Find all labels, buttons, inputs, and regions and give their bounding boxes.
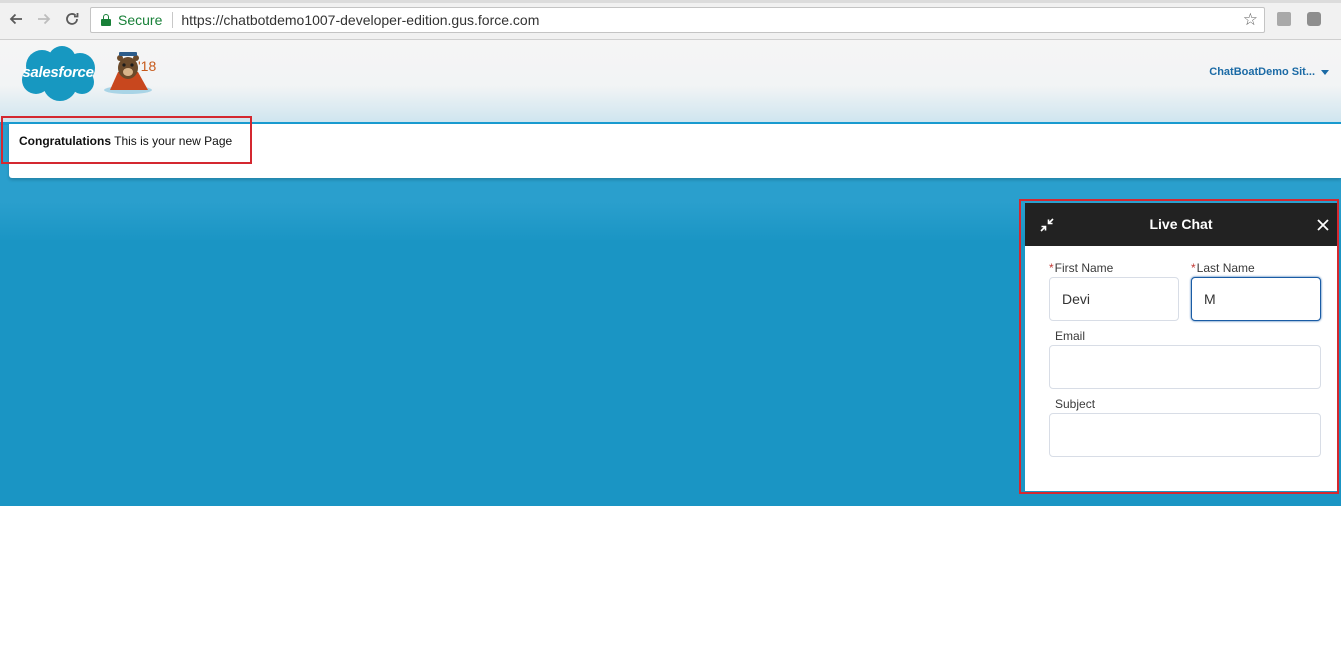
arrow-right-icon (38, 13, 51, 25)
site-menu-dropdown[interactable]: ChatBoatDemo Sit... (1209, 66, 1329, 78)
arrow-left-icon (9, 13, 22, 25)
page-message: Congratulations This is your new Page (19, 134, 232, 148)
chat-header: Live Chat (1025, 203, 1337, 246)
first-name-label: *First Name (1049, 261, 1114, 275)
required-marker: * (1049, 261, 1054, 275)
tab-strip (0, 0, 1341, 3)
last-name-field[interactable] (1191, 277, 1321, 321)
extension-cast-icon[interactable] (1277, 12, 1291, 26)
lock-icon (101, 14, 111, 26)
chat-title: Live Chat (1149, 216, 1213, 232)
last-name-label: *Last Name (1191, 261, 1255, 275)
subject-label: Subject (1055, 397, 1096, 411)
first-name-field[interactable] (1049, 277, 1179, 321)
email-field[interactable] (1049, 345, 1321, 389)
bookmark-star-icon[interactable]: ☆ (1243, 10, 1258, 30)
secure-label: Secure (118, 12, 163, 28)
email-label: Email (1055, 329, 1086, 343)
message-text: This is your new Page (111, 134, 233, 148)
back-button[interactable] (6, 9, 26, 29)
logo-text: salesforce (22, 64, 94, 81)
browser-toolbar: Secure https://chatbotdemo1007-developer… (0, 0, 1341, 40)
page-body-empty (0, 506, 1341, 659)
live-chat-widget: Live Chat *First Name *Last Name Email S… (1025, 203, 1337, 491)
address-bar[interactable]: Secure https://chatbotdemo1007-developer… (90, 7, 1265, 33)
subject-field[interactable] (1049, 413, 1321, 457)
close-icon[interactable] (1315, 217, 1331, 233)
forward-button[interactable] (34, 9, 54, 29)
reload-icon (66, 13, 79, 25)
extension-icon[interactable] (1307, 12, 1321, 26)
page-content-card: Congratulations This is your new Page (9, 124, 1341, 178)
address-divider (172, 12, 174, 28)
event-year: '18 (138, 58, 157, 74)
required-marker: * (1191, 261, 1196, 275)
site-header: salesforce '18 ChatBoatDemo Sit... (0, 40, 1341, 122)
message-bold: Congratulations (19, 134, 111, 148)
site-menu-label: ChatBoatDemo Sit... (1209, 66, 1315, 78)
url-text: https://chatbotdemo1007-developer-editio… (181, 12, 540, 28)
reload-button[interactable] (62, 9, 82, 29)
salesforce-logo[interactable]: salesforce (16, 44, 100, 102)
caret-down-icon (1321, 69, 1329, 75)
